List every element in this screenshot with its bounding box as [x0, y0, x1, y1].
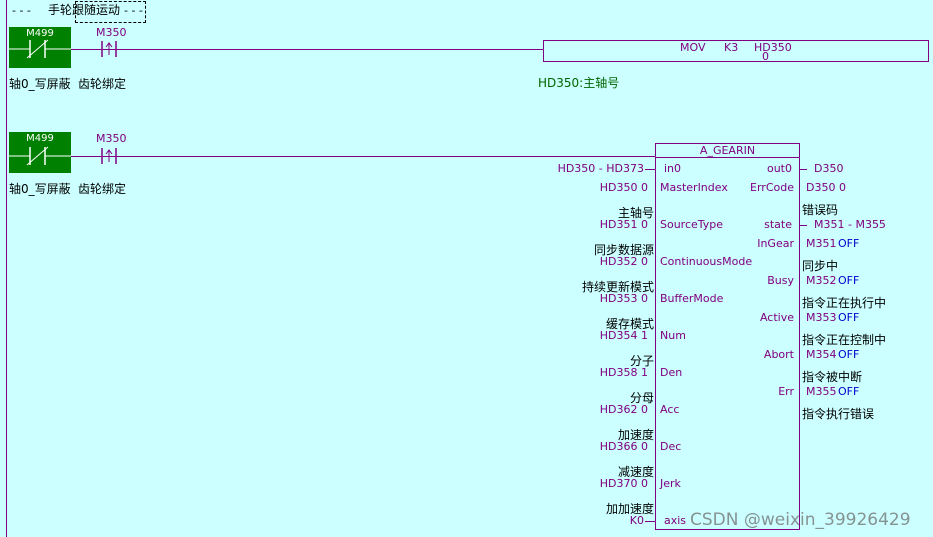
nc-contact-m499-2[interactable]: M499: [9, 132, 71, 173]
output-operand[interactable]: D350 0: [806, 182, 846, 194]
nc-contact-symbol: [9, 146, 71, 166]
left-power-rail: [6, 0, 7, 537]
input-operand[interactable]: HD370 0: [540, 478, 648, 490]
pin-num: Num: [660, 329, 686, 342]
pin-errcode: ErrCode: [750, 181, 794, 194]
pin-stub-out0: [799, 169, 807, 170]
pin-out0: out0: [766, 162, 792, 175]
output-comment: 指令被中断: [802, 370, 863, 384]
input-operand[interactable]: HD351 0: [540, 219, 648, 231]
output-operand[interactable]: D350: [814, 163, 843, 175]
nc-contact-symbol: [9, 39, 71, 59]
output-comment: 错误码: [802, 203, 839, 217]
nc-contact-label: 轴0_写屏蔽: [9, 77, 71, 91]
output-state: OFF: [838, 385, 860, 398]
pin-stub-state: [799, 225, 807, 226]
ladder-editor: - - - 手轮跟随运动 - - - M499 轴0_写屏蔽 M350 齿轮绑定: [0, 0, 933, 537]
input-operand[interactable]: K0: [540, 515, 644, 527]
pulse-contact-operand: M350: [96, 26, 127, 39]
output-comment: 指令正在执行中: [802, 296, 887, 310]
pin-active: Active: [759, 311, 794, 324]
pin-dec: Dec: [660, 440, 682, 453]
output-operand[interactable]: M351 - M355: [814, 219, 886, 231]
input-operand[interactable]: HD354 1: [540, 330, 648, 342]
pin-err: Err: [778, 385, 794, 398]
output-comment: 指令执行错误: [802, 407, 875, 421]
pin-den: Den: [660, 366, 683, 379]
watermark: CSDN @weixin_39926429: [690, 510, 911, 530]
output-state: OFF: [838, 311, 860, 324]
mov-destination-value: 0: [762, 50, 769, 63]
pin-jerk: Jerk: [660, 477, 681, 490]
output-operand[interactable]: M355: [806, 386, 837, 398]
input-operand[interactable]: HD350 - HD373: [540, 163, 644, 175]
comment-dashes-left: - - -: [12, 4, 31, 17]
output-comment: 同步中: [802, 259, 839, 273]
output-operand[interactable]: M354: [806, 349, 837, 361]
pin-stub-axis: [645, 521, 655, 522]
pin-busy: Busy: [767, 274, 794, 287]
pin-state: state: [764, 218, 792, 231]
rung-1-wire: [71, 49, 543, 50]
cursor-box: [75, 1, 146, 23]
mov-destination: HD350: [754, 41, 792, 54]
input-operand[interactable]: HD362 0: [540, 404, 648, 416]
mov-instruction-box[interactable]: MOV K3 HD350 0: [543, 40, 929, 63]
output-state: OFF: [838, 348, 860, 361]
pin-axis: axis: [664, 514, 687, 527]
pin-continuousmode: ContinuousMode: [660, 255, 753, 268]
pin-stub-in0: [645, 169, 655, 170]
pulse-contact-operand: M350: [96, 132, 127, 145]
pin-abort: Abort: [763, 348, 794, 361]
output-operand[interactable]: M352: [806, 275, 837, 287]
pin-in0: in0: [664, 162, 682, 175]
input-operand[interactable]: HD358 1: [540, 367, 648, 379]
mov-opcode: MOV: [680, 41, 706, 54]
output-operand[interactable]: M351: [806, 238, 837, 250]
pulse-contact-label: 齿轮绑定: [78, 77, 127, 91]
mov-source: K3: [724, 41, 739, 54]
pin-acc: Acc: [660, 403, 680, 416]
rung-2-wire: [71, 156, 655, 157]
input-operand[interactable]: HD353 0: [540, 293, 648, 305]
block-title-separator: [656, 157, 799, 158]
pin-ingear: InGear: [757, 237, 794, 250]
pulse-contact-label: 齿轮绑定: [78, 182, 127, 196]
output-state: OFF: [838, 274, 860, 287]
output-comment: 指令正在控制中: [802, 333, 887, 347]
output-state: OFF: [838, 237, 860, 250]
output-operand[interactable]: M353: [806, 312, 837, 324]
input-operand[interactable]: HD350 0: [540, 182, 648, 194]
input-operand[interactable]: HD366 0: [540, 441, 648, 453]
mov-destination-comment: HD350:主轴号: [538, 76, 620, 90]
input-operand[interactable]: HD352 0: [540, 256, 648, 268]
nc-contact-label: 轴0_写屏蔽: [9, 182, 71, 196]
block-title: A_GEARIN: [699, 144, 756, 157]
pin-buffermode: BufferMode: [660, 292, 724, 305]
nc-contact-m499[interactable]: M499: [9, 27, 71, 68]
